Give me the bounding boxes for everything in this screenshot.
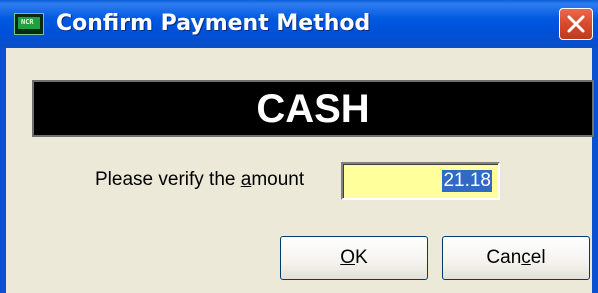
cancel-button-label-end: el (530, 247, 546, 268)
ok-button-accelerator: O (340, 247, 356, 268)
verify-label-text-end: mount (251, 169, 305, 190)
ok-button[interactable]: OK (280, 236, 428, 280)
pos-terminal-icon: NCR (14, 13, 44, 35)
confirm-payment-dialog: NCR Confirm Payment Method CASH Please v… (0, 0, 598, 293)
amount-value-selected: 21.18 (442, 170, 492, 192)
verify-amount-label: Please verify the amount (95, 169, 304, 191)
cancel-button-accelerator: c (521, 247, 531, 268)
verify-label-text: Please verify the (95, 169, 241, 190)
cancel-button-label: Can (486, 247, 522, 268)
payment-method-banner: CASH (32, 80, 594, 137)
verify-label-accelerator: a (240, 169, 252, 190)
cancel-button[interactable]: Cancel (442, 236, 590, 280)
ok-button-label: K (355, 247, 368, 268)
window-title: Confirm Payment Method (56, 11, 371, 36)
close-button[interactable] (559, 8, 593, 40)
close-x-icon (567, 15, 585, 33)
title-bar[interactable]: NCR Confirm Payment Method (0, 0, 598, 48)
payment-method-text: CASH (256, 87, 370, 131)
amount-input[interactable]: 21.18 (341, 162, 500, 200)
